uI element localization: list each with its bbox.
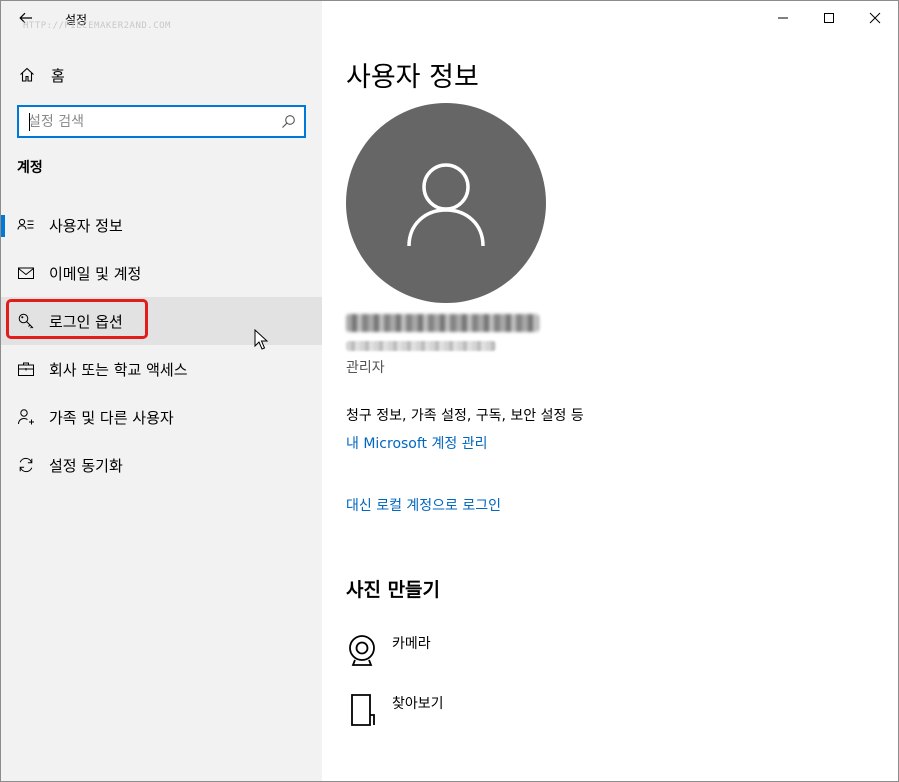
sidebar-item-sign-in-options[interactable]: 로그인 옵션 <box>1 297 322 345</box>
browse-label: 찾아보기 <box>392 696 444 712</box>
text-caret <box>29 113 30 131</box>
sidebar-item-family-other-users[interactable]: 가족 및 다른 사용자 <box>1 393 322 441</box>
sidebar-item-label: 가족 및 다른 사용자 <box>49 408 174 427</box>
avatar <box>346 103 546 303</box>
briefcase-icon <box>18 362 34 376</box>
watermark: HTTP://PIECEMAKER2AND.COM <box>23 21 171 31</box>
manage-microsoft-account-link[interactable]: 내 Microsoft 계정 관리 <box>346 433 487 453</box>
maximize-icon <box>824 13 834 23</box>
sidebar-item-work-school-access[interactable]: 회사 또는 학교 액세스 <box>1 345 322 393</box>
sidebar-item-label: 사용자 정보 <box>49 216 123 235</box>
close-button[interactable] <box>852 1 898 35</box>
user-info-icon <box>17 218 34 230</box>
account-email-redacted <box>346 341 496 351</box>
user-silhouette-icon <box>407 163 485 246</box>
section-title: 계정 <box>17 160 43 176</box>
account-role: 관리자 <box>346 360 385 376</box>
page-title: 사용자 정보 <box>346 62 479 93</box>
sidebar-item-user-info[interactable]: 사용자 정보 <box>1 201 322 249</box>
sidebar-item-label: 회사 또는 학교 액세스 <box>49 360 188 379</box>
home-label: 홈 <box>51 66 65 85</box>
person-add-icon <box>18 409 34 425</box>
highlight-annotation <box>6 299 148 339</box>
billing-info-text: 청구 정보, 가족 설정, 구독, 보안 설정 등 <box>346 408 584 424</box>
mail-icon <box>18 267 34 279</box>
maximize-button[interactable] <box>806 1 852 35</box>
sidebar-item-email-accounts[interactable]: 이메일 및 계정 <box>1 249 322 297</box>
mouse-cursor-icon <box>254 329 268 350</box>
window-controls <box>760 1 898 35</box>
sidebar-item-label: 이메일 및 계정 <box>49 264 142 283</box>
search-input[interactable] <box>28 113 268 130</box>
account-name-redacted <box>346 314 539 332</box>
sync-icon <box>19 457 33 473</box>
file-browse-icon <box>351 694 375 726</box>
camera-label: 카메라 <box>392 636 431 652</box>
minimize-button[interactable] <box>760 1 806 35</box>
title-bar: 설정 HTTP://PIECEMAKER2AND.COM <box>1 1 322 35</box>
minimize-icon <box>778 17 788 19</box>
home-icon <box>20 67 34 82</box>
close-icon <box>869 12 881 24</box>
create-photo-heading: 사진 만들기 <box>346 579 441 601</box>
browse-option[interactable]: 찾아보기 <box>346 691 444 735</box>
camera-option[interactable]: 카메라 <box>346 631 431 675</box>
webcam-icon <box>349 635 375 666</box>
sidebar-item-sync-settings[interactable]: 설정 동기화 <box>1 441 322 489</box>
settings-window: 설정 HTTP://PIECEMAKER2AND.COM 홈 계정 <box>0 0 899 782</box>
selection-indicator <box>1 215 5 237</box>
sidebar-item-label: 설정 동기화 <box>49 456 123 475</box>
sidebar: 설정 HTTP://PIECEMAKER2AND.COM 홈 계정 <box>1 1 322 781</box>
local-account-sign-in-link[interactable]: 대신 로컬 계정으로 로그인 <box>346 495 501 515</box>
account-nav: 사용자 정보 이메일 및 계정 로그인 옵션 회사 또는 학교 액세스 가족 및… <box>1 201 322 489</box>
home-nav-item[interactable]: 홈 <box>1 57 322 93</box>
search-icon[interactable] <box>280 114 296 130</box>
search-box[interactable] <box>17 105 306 138</box>
